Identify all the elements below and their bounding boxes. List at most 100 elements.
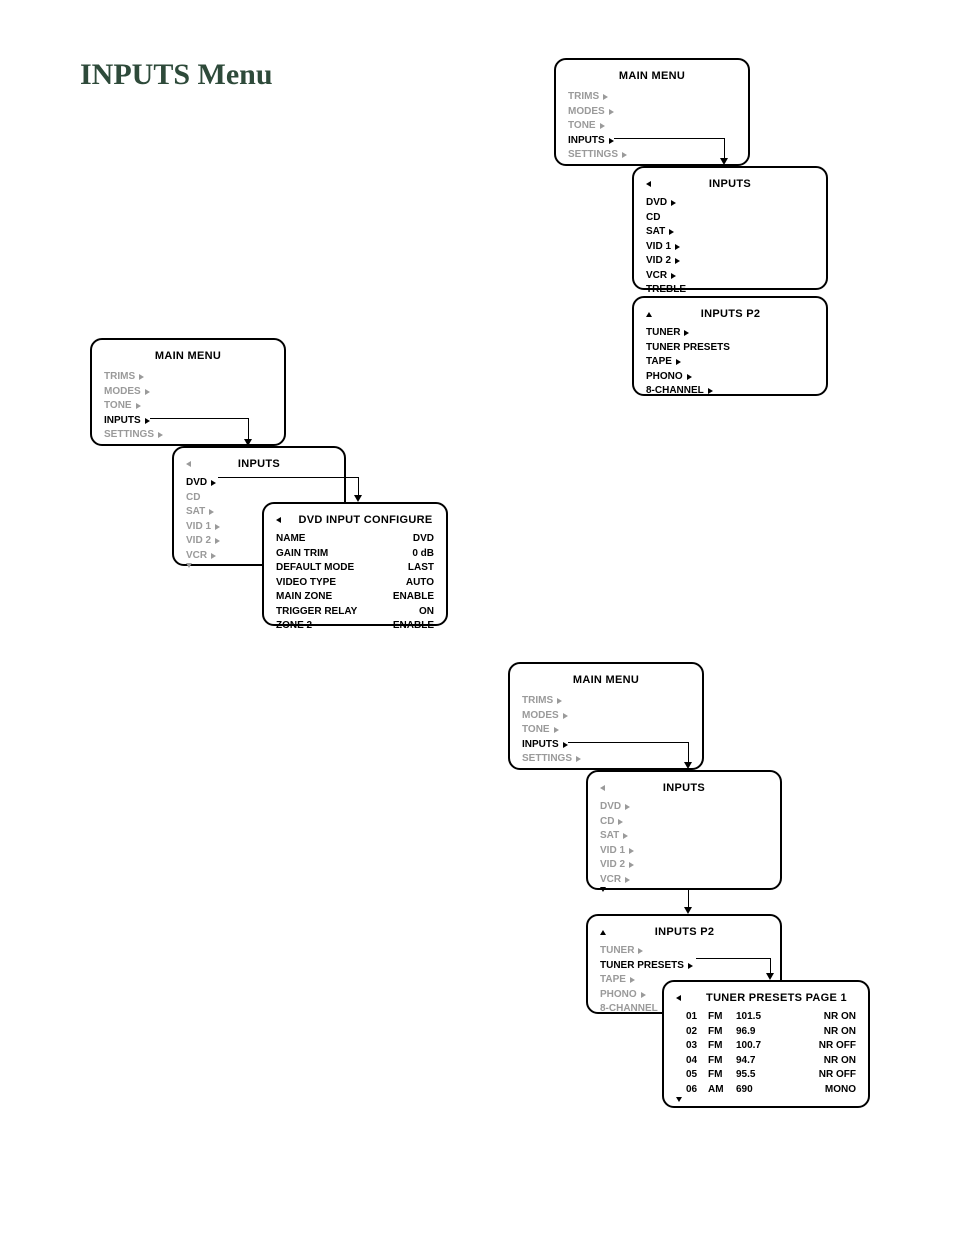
chevron-right-icon — [688, 963, 693, 969]
chevron-right-icon — [609, 138, 614, 144]
inputs-item-sat: SAT — [600, 829, 768, 844]
inputs-title: INPUTS — [667, 178, 793, 190]
inputs-item-vcr: VCR — [600, 873, 768, 888]
menu-item-tone: TONE — [568, 119, 736, 134]
config-row-main-zone: MAIN ZONEENABLE — [276, 590, 434, 605]
chevron-right-icon — [641, 992, 646, 998]
inputs-p2-phono: PHONO — [646, 370, 814, 385]
inputs-item-cd: CD — [600, 815, 768, 830]
chevron-down-icon — [600, 887, 606, 892]
chevron-right-icon — [554, 727, 559, 733]
menu-item-modes: MODES — [104, 385, 272, 400]
chevron-right-icon — [609, 109, 614, 115]
inputs-panel-bottom: INPUTS DVD CD SAT VID 1 VID 2 VCR — [586, 770, 782, 890]
dvd-config-title: DVD INPUT CONFIGURE — [297, 514, 434, 526]
chevron-right-icon — [671, 273, 676, 279]
chevron-right-icon — [215, 538, 220, 544]
chevron-right-icon — [139, 374, 144, 380]
chevron-right-icon — [600, 123, 605, 129]
config-row-default-mode: DEFAULT MODELAST — [276, 561, 434, 576]
inputs-item-dvd: DVD — [600, 800, 768, 815]
chevron-right-icon — [623, 833, 628, 839]
preset-row: 02FM96.9NR ON — [686, 1025, 856, 1040]
inputs-item-vcr: VCR — [646, 269, 814, 284]
menu-item-trims: TRIMS — [568, 90, 736, 105]
chevron-right-icon — [687, 374, 692, 380]
chevron-right-icon — [671, 200, 676, 206]
inputs-p2-tuner: TUNER — [600, 944, 768, 959]
chevron-left-icon — [646, 181, 651, 187]
dvd-input-configure-panel: DVD INPUT CONFIGURE NAMEDVD GAIN TRIM0 d… — [262, 502, 448, 626]
menu-item-settings: SETTINGS — [522, 752, 690, 767]
menu-item-modes: MODES — [522, 709, 690, 724]
inputs-item-dvd: DVD — [646, 196, 814, 211]
inputs-scroll-down — [600, 887, 768, 892]
chevron-right-icon — [576, 756, 581, 762]
chevron-up-icon — [646, 312, 652, 317]
chevron-right-icon — [563, 713, 568, 719]
chevron-right-icon — [145, 389, 150, 395]
main-menu-title: MAIN MENU — [568, 70, 736, 82]
inputs-item-vid1: VID 1 — [600, 844, 768, 859]
chevron-right-icon — [629, 848, 634, 854]
chevron-right-icon — [215, 524, 220, 530]
menu-item-tone: TONE — [104, 399, 272, 414]
menu-item-inputs: INPUTS — [104, 414, 272, 429]
inputs-item-vid2: VID 2 — [646, 254, 814, 269]
tuner-presets-title: TUNER PRESETS PAGE 1 — [697, 992, 856, 1004]
menu-item-inputs: INPUTS — [568, 134, 736, 149]
chevron-right-icon — [618, 819, 623, 825]
main-menu-panel-left: MAIN MENU TRIMS MODES TONE INPUTS SETTIN… — [90, 338, 286, 446]
chevron-down-icon — [676, 1097, 682, 1102]
chevron-left-icon — [676, 995, 681, 1001]
preset-row: 05FM95.5NR OFF — [686, 1068, 856, 1083]
chevron-right-icon — [675, 258, 680, 264]
inputs-item-cd: CD — [646, 211, 814, 226]
chevron-right-icon — [638, 948, 643, 954]
chevron-right-icon — [136, 403, 141, 409]
chevron-up-icon — [600, 930, 606, 935]
chevron-left-icon — [186, 461, 191, 467]
preset-row: 03FM100.7NR OFF — [686, 1039, 856, 1054]
inputs-p2-tuner: TUNER — [646, 326, 814, 341]
chevron-right-icon — [630, 977, 635, 983]
config-row-zone2: ZONE 2ENABLE — [276, 619, 434, 634]
chevron-left-icon — [276, 517, 281, 523]
chevron-right-icon — [675, 244, 680, 250]
inputs-p2-title: INPUTS P2 — [668, 308, 793, 320]
chevron-right-icon — [211, 553, 216, 559]
menu-item-trims: TRIMS — [104, 370, 272, 385]
menu-item-settings: SETTINGS — [568, 148, 736, 163]
inputs-p2-panel-top: INPUTS P2 TUNER TUNER PRESETS TAPE PHONO… — [632, 296, 828, 396]
chevron-right-icon — [158, 432, 163, 438]
inputs-p2-tape: TAPE — [646, 355, 814, 370]
chevron-right-icon — [557, 698, 562, 704]
chevron-right-icon — [211, 480, 216, 486]
inputs-p2-title-bottom: INPUTS P2 — [622, 926, 747, 938]
presets-scroll-down — [676, 1097, 856, 1102]
config-row-gain: GAIN TRIM0 dB — [276, 547, 434, 562]
inputs-title-bottom: INPUTS — [621, 782, 747, 794]
inputs-item-vid2: VID 2 — [600, 858, 768, 873]
chevron-down-icon — [186, 563, 192, 568]
tuner-presets-panel: TUNER PRESETS PAGE 1 01FM101.5NR ON 02FM… — [662, 980, 870, 1108]
chevron-right-icon — [209, 509, 214, 515]
config-row-video-type: VIDEO TYPEAUTO — [276, 576, 434, 591]
chevron-right-icon — [145, 418, 150, 424]
inputs-p2-tuner-presets: TUNER PRESETS — [600, 959, 768, 974]
config-row-name: NAMEDVD — [276, 532, 434, 547]
main-menu-title-bottom: MAIN MENU — [522, 674, 690, 686]
chevron-right-icon — [669, 229, 674, 235]
main-menu-title-left: MAIN MENU — [104, 350, 272, 362]
chevron-right-icon — [629, 862, 634, 868]
chevron-right-icon — [625, 877, 630, 883]
preset-row: 04FM94.7NR ON — [686, 1054, 856, 1069]
main-menu-panel-top: MAIN MENU TRIMS MODES TONE INPUTS SETTIN… — [554, 58, 750, 166]
chevron-right-icon — [676, 359, 681, 365]
inputs-p2-tuner-presets: TUNER PRESETS — [646, 341, 814, 356]
chevron-right-icon — [625, 804, 630, 810]
inputs-p2-8ch: 8-CHANNEL — [646, 384, 814, 399]
chevron-right-icon — [622, 152, 627, 158]
inputs-item-dvd: DVD — [186, 476, 332, 491]
inputs-item-vid1: VID 1 — [646, 240, 814, 255]
